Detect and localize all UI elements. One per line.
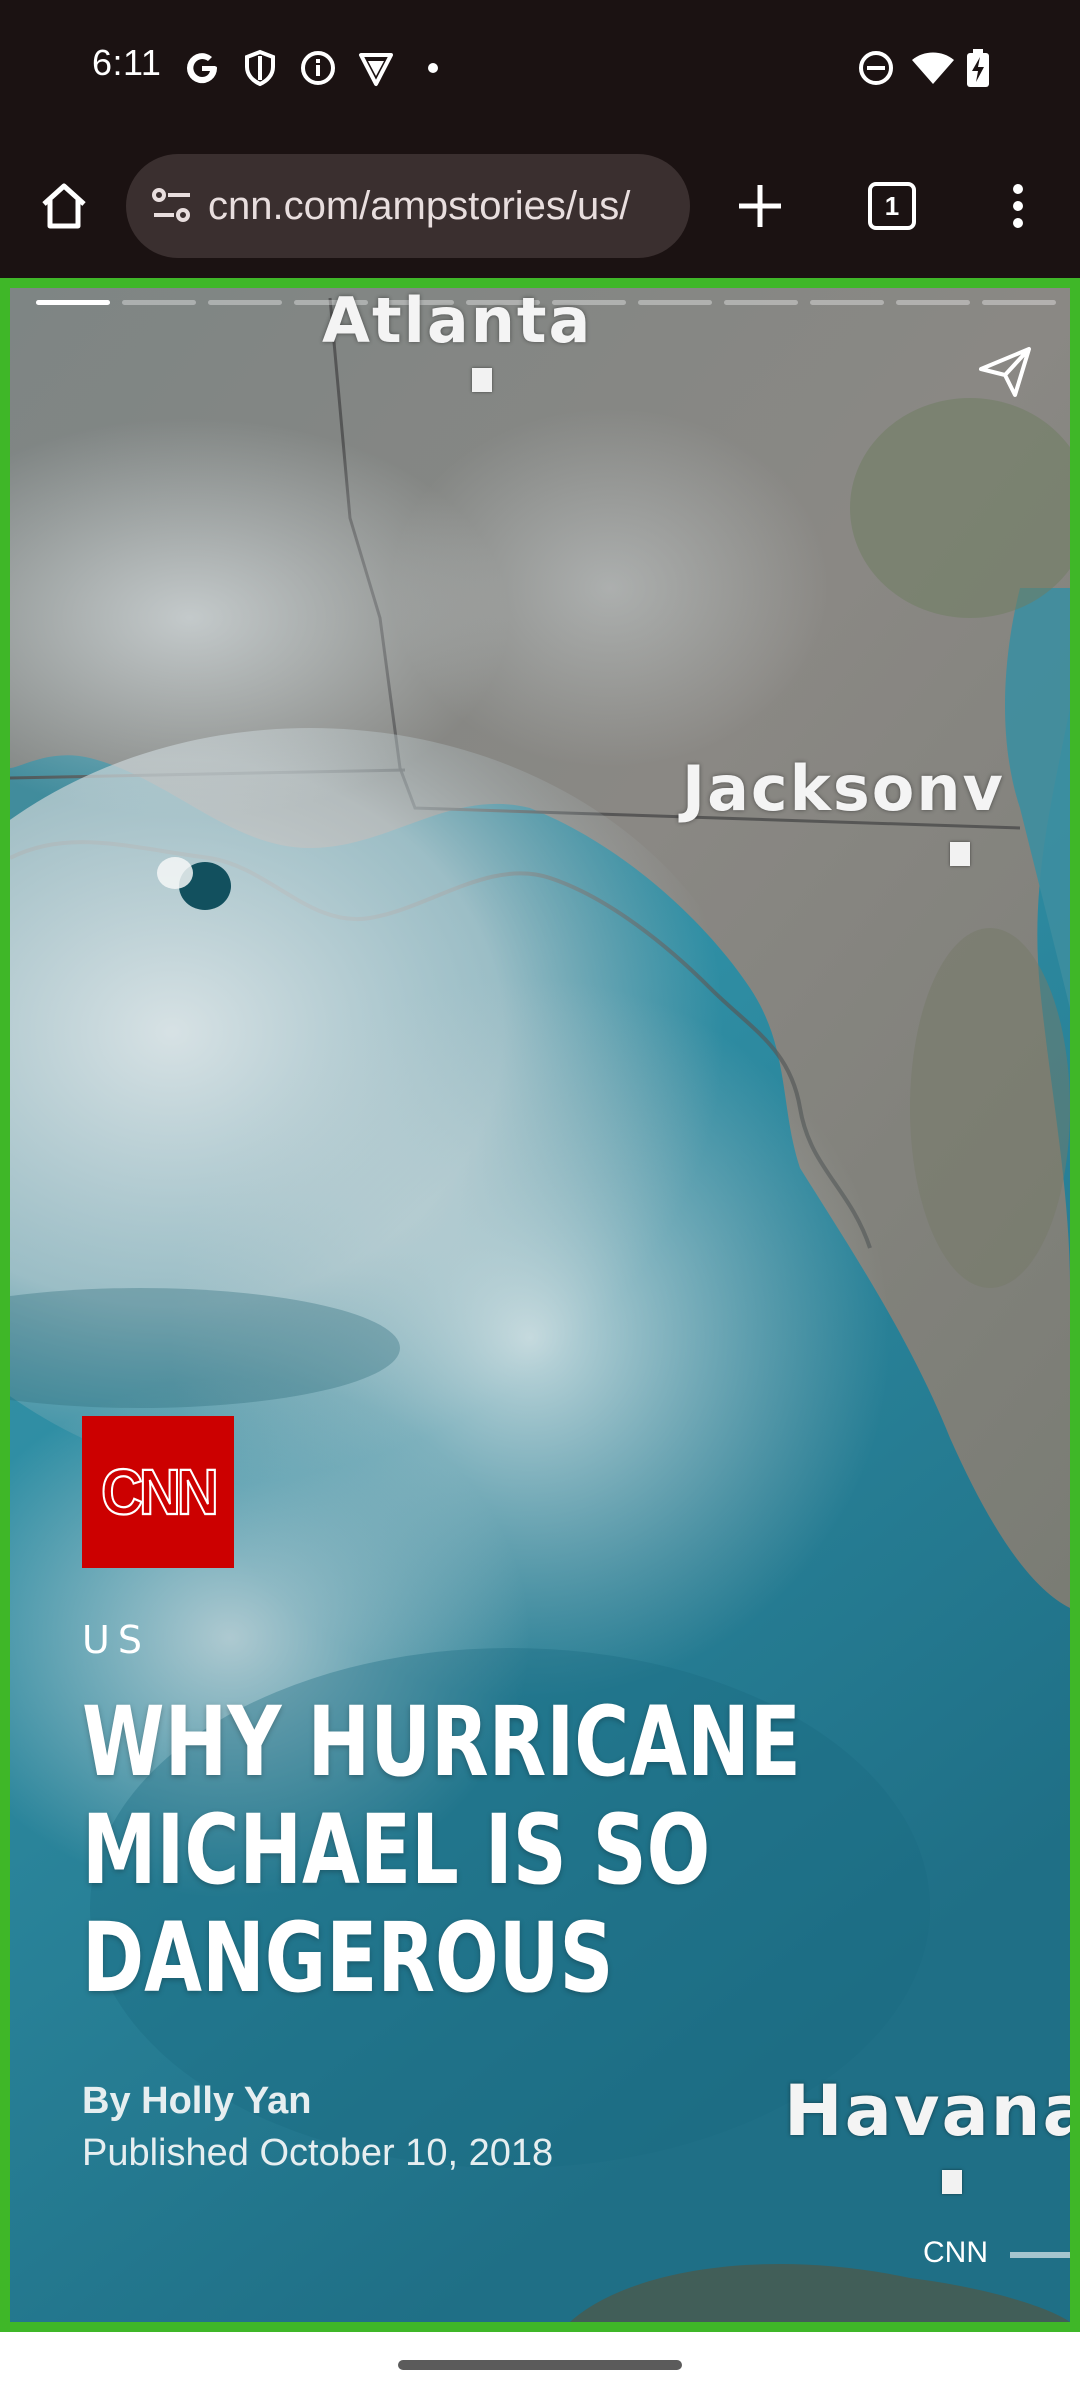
tab-switcher-icon: 1 [868,182,916,230]
notification-dot-icon [422,48,444,88]
story-attribution: CNN [923,2236,988,2269]
hurricane-satellite-image [10,288,1070,2322]
story-headline: WHY HURRICANE MICHAEL IS SO DANGEROUS [82,1688,862,2012]
amp-story-page[interactable]: Atlanta Jacksonv Havana CNN US WHY HURRI… [0,278,1080,2332]
story-section-label: US [82,1618,150,1662]
story-progress-segment [36,300,110,305]
new-tab-button[interactable] [720,166,800,246]
browser-toolbar: cnn.com/ampstories/us/ 1 [0,134,1080,278]
story-progress-segment [982,300,1056,305]
do-not-disturb-icon [856,48,896,88]
city-marker-jacksonville [950,842,970,866]
info-icon [298,48,338,88]
story-progress-segment [208,300,282,305]
city-marker-atlanta [472,368,492,392]
story-progress-fill [36,300,110,305]
story-progress-segment [638,300,712,305]
overflow-menu-icon [1013,184,1023,228]
site-settings-icon[interactable] [146,180,198,232]
home-icon [42,183,86,229]
map-label-jacksonville: Jacksonv [682,752,1005,825]
address-bar[interactable]: cnn.com/ampstories/us/ [126,154,690,258]
overflow-menu-button[interactable] [978,166,1058,246]
headline-line: DANGEROUS [82,1902,614,2014]
attribution-divider [1010,2252,1070,2258]
status-time: 6:11 [92,42,162,83]
system-navigation-area [0,2332,1080,2400]
shield-icon [240,48,280,88]
headline-line: MICHAEL IS SO [82,1794,711,1906]
url-text[interactable]: cnn.com/ampstories/us/ [208,154,678,258]
cnn-logo-text: CNN [100,1455,220,1529]
new-tab-plus-icon [739,185,781,227]
share-button[interactable] [970,336,1040,406]
tab-count: 1 [884,190,900,221]
story-byline: By Holly Yan [82,2080,312,2122]
vpn-shield-icon [356,48,396,88]
map-label-havana: Havana [784,2070,1080,2152]
story-published-date: Published October 10, 2018 [82,2132,554,2174]
map-label-atlanta: Atlanta [322,284,593,357]
cnn-logo: CNN [82,1416,234,1568]
home-button[interactable] [24,166,104,246]
city-marker-havana [942,2170,962,2194]
tab-switcher-button[interactable]: 1 [852,166,932,246]
gesture-home-handle[interactable] [398,2360,682,2370]
send-paper-plane-icon [979,347,1031,397]
story-progress-segment [122,300,196,305]
headline-line: WHY HURRICANE [82,1686,801,1798]
status-bar: 6:11 [0,0,1080,134]
story-progress-segment [724,300,798,305]
wifi-icon [910,48,956,88]
story-progress-segment [896,300,970,305]
story-progress-segment [810,300,884,305]
battery-charging-icon [964,48,992,88]
google-g-icon [182,48,222,88]
